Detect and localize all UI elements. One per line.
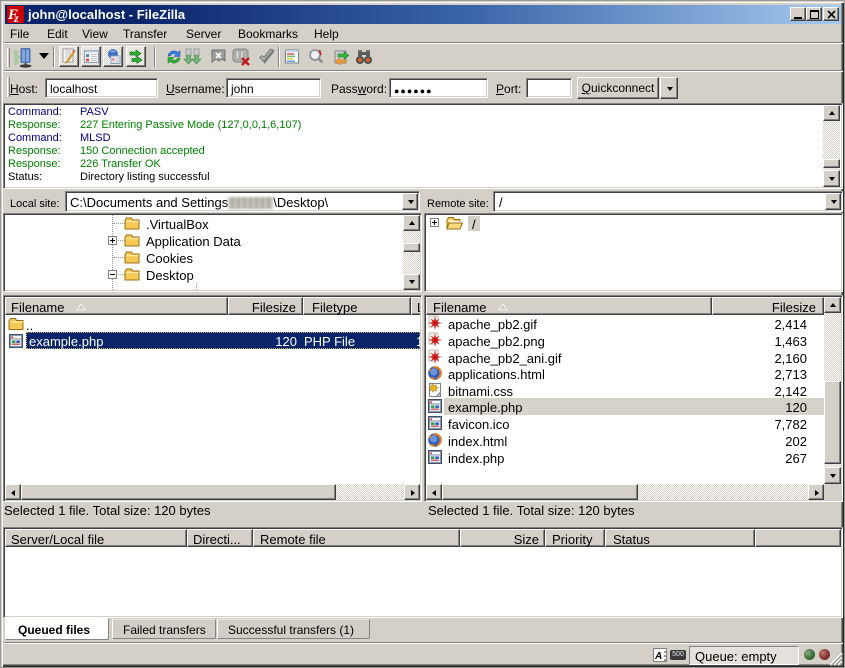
svg-text:z: z (13, 11, 19, 23)
